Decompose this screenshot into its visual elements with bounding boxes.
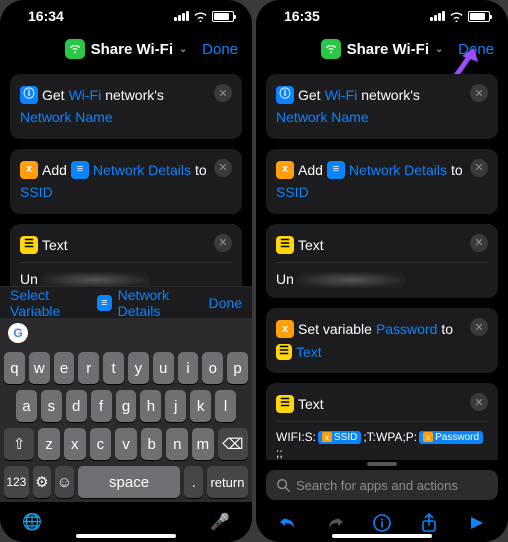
emoji-key[interactable]: ☺ (55, 466, 74, 498)
clear-icon[interactable]: ✕ (470, 159, 488, 177)
wifi-pill-icon: ⓘ (20, 86, 38, 104)
key-q[interactable]: q (4, 352, 25, 384)
clear-icon[interactable]: ✕ (470, 84, 488, 102)
numbers-key[interactable]: 123 (4, 466, 29, 498)
action-set-variable[interactable]: ✕ x Set variable Password to ☰ Text (266, 308, 498, 373)
backspace-key[interactable]: ⌫ (218, 428, 248, 460)
var-pill-icon: x (276, 320, 294, 338)
grabber-handle[interactable] (367, 462, 397, 466)
password-variable-token[interactable]: xPassword (419, 431, 483, 444)
clear-icon[interactable]: ✕ (214, 159, 232, 177)
redacted-icon (296, 272, 406, 288)
var-pill-icon: x (20, 161, 38, 179)
return-key[interactable]: return (207, 466, 248, 498)
signal-icon (430, 11, 445, 21)
nav-bar: Share Wi-Fi ⌄ Done (0, 32, 252, 66)
right-screenshot: 16:35 Share Wi-Fi ⌄ Done ✕ ⓘ Get Wi-Fi n… (256, 0, 508, 542)
status-bar: 16:35 (256, 0, 508, 32)
wifi-badge-icon (321, 39, 341, 59)
text-value[interactable]: Un (276, 271, 294, 287)
predictive-bar: G (0, 318, 252, 348)
battery-icon (468, 11, 490, 22)
keyboard-accessory: Select Variable ≡ Network Details Done (0, 286, 252, 318)
clear-icon[interactable]: ✕ (470, 234, 488, 252)
magic-var-icon: ≡ (327, 161, 345, 179)
play-button[interactable] (465, 512, 487, 534)
search-icon (276, 478, 290, 492)
status-icons (430, 11, 490, 22)
var-pill-icon: x (276, 161, 294, 179)
shift-key[interactable]: ⇧ (4, 428, 34, 460)
signal-icon (174, 11, 189, 21)
home-indicator[interactable] (76, 534, 176, 538)
action-add-to-variable[interactable]: ✕ x Add ≡ Network Details to SSID (266, 149, 498, 214)
share-button[interactable] (418, 512, 440, 534)
status-icons (174, 11, 234, 22)
action-text[interactable]: ✕ ☰ Text Un (266, 224, 498, 299)
status-bar: 16:34 (0, 0, 252, 32)
text-pill-icon: ☰ (276, 236, 294, 254)
clear-icon[interactable]: ✕ (214, 234, 232, 252)
page-title[interactable]: Share Wi-Fi ⌄ (65, 39, 188, 59)
chevron-down-icon: ⌄ (179, 44, 187, 55)
mic-icon[interactable]: 🎤 (210, 512, 230, 532)
google-icon[interactable]: G (8, 323, 28, 343)
battery-icon (212, 11, 234, 22)
text-pill-icon: ☰ (276, 344, 292, 360)
nav-bar: Share Wi-Fi ⌄ Done (256, 32, 508, 66)
redo-button[interactable] (324, 512, 346, 534)
accessory-var-button[interactable]: Network Details (118, 287, 209, 319)
search-input[interactable]: Search for apps and actions (266, 470, 498, 500)
wifi-icon (449, 11, 464, 22)
action-text[interactable]: ✕ ☰ Text Un (10, 224, 242, 286)
clock: 16:35 (284, 8, 320, 24)
settings-key[interactable]: ⚙ (33, 466, 52, 498)
search-placeholder: Search for apps and actions (296, 478, 458, 493)
wifi-pill-icon: ⓘ (276, 86, 294, 104)
period-key[interactable]: . (184, 466, 203, 498)
redacted-icon (40, 272, 150, 286)
wifi-icon (193, 11, 208, 22)
done-button[interactable]: Done (202, 41, 238, 58)
left-actions-list: ✕ ⓘ Get Wi-Fi network's Network Name ✕ x… (0, 66, 252, 286)
page-title[interactable]: Share Wi-Fi ⌄ (321, 39, 444, 59)
text-pill-icon: ☰ (276, 395, 294, 413)
home-indicator[interactable] (332, 534, 432, 538)
action-text-2[interactable]: ✕ ☰ Text WIFI:S: xSSID ;T:WPA;P: xPasswo… (266, 383, 498, 460)
space-key[interactable]: space (78, 466, 181, 498)
action-add-to-variable[interactable]: ✕ x Add ≡ Network Details to SSID (10, 149, 242, 214)
select-variable-button[interactable]: Select Variable (10, 287, 97, 319)
keyboard: qwertyuiop asdfghjkl ⇧ zxcvbnm ⌫ 123 ⚙ ☺… (0, 348, 252, 502)
clock: 16:34 (28, 8, 64, 24)
globe-icon[interactable]: 🌐 (22, 512, 42, 532)
ssid-variable-token[interactable]: xSSID (318, 431, 361, 444)
action-get-network[interactable]: ✕ ⓘ Get Wi-Fi network's Network Name (10, 74, 242, 139)
key-row-2: asdfghjkl (4, 390, 248, 422)
chevron-down-icon: ⌄ (435, 44, 443, 55)
clear-icon[interactable]: ✕ (470, 393, 488, 411)
text-pill-icon: ☰ (20, 236, 38, 254)
undo-button[interactable] (277, 512, 299, 534)
key-row-4: 123 ⚙ ☺ space . return (4, 466, 248, 498)
done-button[interactable]: Done (458, 41, 494, 58)
clear-icon[interactable]: ✕ (214, 84, 232, 102)
accessory-done-button[interactable]: Done (209, 295, 242, 311)
key-row-3: ⇧ zxcvbnm ⌫ (4, 428, 248, 460)
action-get-network[interactable]: ✕ ⓘ Get Wi-Fi network's Network Name (266, 74, 498, 139)
wifi-string-value[interactable]: WIFI:S: xSSID ;T:WPA;P: xPassword ;; (276, 421, 488, 460)
left-screenshot: 16:34 Share Wi-Fi ⌄ Done ✕ ⓘ Get Wi-Fi n… (0, 0, 252, 542)
magic-var-icon: ≡ (97, 295, 112, 311)
right-actions-list: ✕ ⓘ Get Wi-Fi network's Network Name ✕ x… (256, 66, 508, 460)
magic-var-icon: ≡ (71, 161, 89, 179)
wifi-badge-icon (65, 39, 85, 59)
text-value[interactable]: Un (20, 271, 38, 286)
key-row-1: qwertyuiop (4, 352, 248, 384)
info-button[interactable] (371, 512, 393, 534)
